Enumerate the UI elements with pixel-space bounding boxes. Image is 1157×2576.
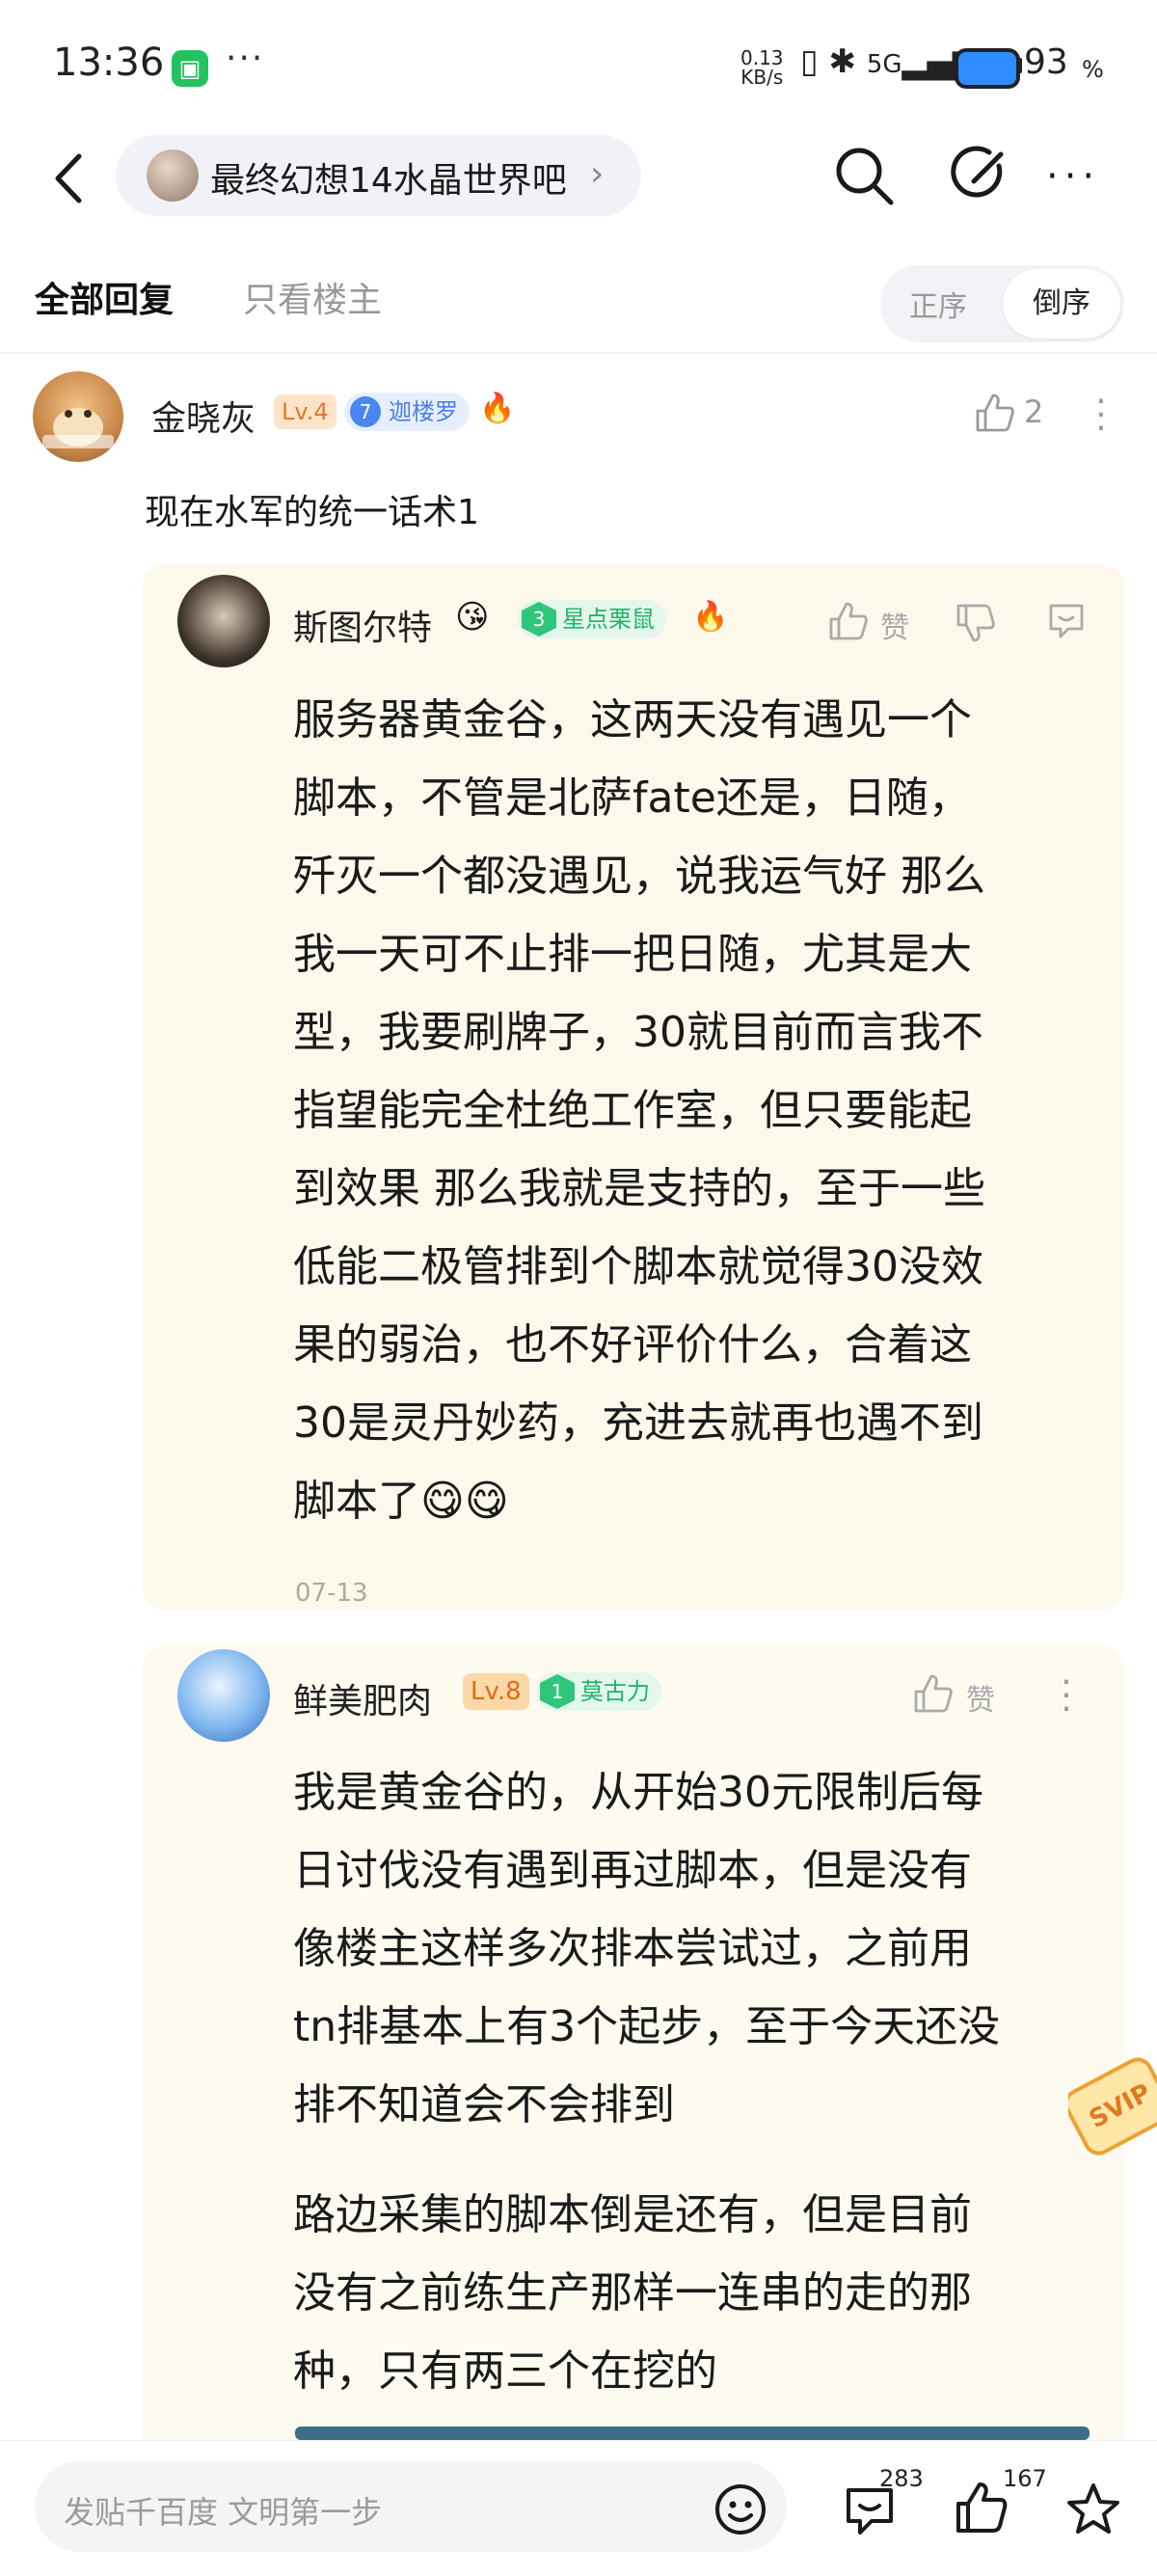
status-more-icon: ··· <box>226 39 265 78</box>
thumbs-up-icon[interactable] <box>974 392 1016 434</box>
like-label[interactable]: 赞 <box>966 1676 995 1719</box>
member-badge: 3 星点栗鼠 <box>518 600 666 638</box>
more-options-icon[interactable]: ··· <box>1046 154 1100 199</box>
sort-asc-button[interactable]: 正序 <box>909 283 967 325</box>
title-badge: 7 迦楼罗 <box>344 393 470 431</box>
comment-placeholder[interactable]: 发贴千百度 文明第一步 <box>64 2488 382 2533</box>
fire-icon: 🔥 <box>692 600 729 634</box>
comment-icon[interactable] <box>1045 600 1088 642</box>
member-badge: 1 莫古力 <box>536 1672 661 1711</box>
battery-percent-sign: % <box>1082 56 1104 83</box>
post-content: 现在水军的统一话术1 <box>145 493 479 532</box>
battery-icon <box>955 48 1020 89</box>
emoji-icon[interactable] <box>713 2482 767 2536</box>
reply-more-icon[interactable]: · · · <box>1061 1666 1072 1727</box>
forum-name[interactable]: 最终幻想14水晶世界吧 <box>210 152 567 203</box>
divider <box>0 352 1157 354</box>
reply-username[interactable]: 斯图尔特 <box>293 600 432 650</box>
reply-date: 07-13 <box>295 1579 368 1608</box>
avatar[interactable] <box>33 371 123 462</box>
forum-avatar <box>147 149 199 202</box>
tab-only-op[interactable]: 只看楼主 <box>243 272 382 322</box>
post-more-icon[interactable]: · · · <box>1095 385 1107 447</box>
reply-content-paragraph: 路边采集的脚本倒是还有，但是目前 没有之前练生产那样一连串的走的那 种，只有两三… <box>293 2190 972 2396</box>
thumbs-up-icon[interactable] <box>827 600 870 642</box>
level-badge: Lv.4 <box>274 394 336 429</box>
level-badge: Lv.8 <box>463 1673 529 1710</box>
tab-all-replies[interactable]: 全部回复 <box>35 272 174 322</box>
comment-count: 283 <box>879 2465 924 2492</box>
post-like-count: 2 <box>1024 393 1044 430</box>
thumbs-down-icon[interactable] <box>955 602 997 644</box>
reply-username[interactable]: 鲜美肥肉 <box>293 1673 432 1723</box>
kiss-emoji-icon: 😘 <box>455 598 490 637</box>
like-label[interactable]: 赞 <box>880 604 909 646</box>
avatar[interactable] <box>177 1649 270 1742</box>
signal-icons: ▯ ✱ 5G▂▄▆ <box>800 42 978 81</box>
chevron-right-icon: › <box>590 154 605 194</box>
image-preview[interactable] <box>295 2427 1090 2440</box>
like-count-icon[interactable] <box>953 2479 1010 2536</box>
status-bar: 13:36 ▣ ··· 0.13 KB/s ▯ ✱ 5G▂▄▆ 93 % <box>0 0 1157 135</box>
share-edit-icon[interactable] <box>951 143 1012 204</box>
network-speed: 0.13 KB/s <box>740 46 784 89</box>
star-favorite-icon[interactable] <box>1064 2481 1122 2538</box>
thumbs-up-icon[interactable] <box>912 1672 955 1715</box>
reply-content: 我是黄金谷的，从开始30元限制后每 日讨伐没有遇到再过脚本，但是没有 像楼主这样… <box>293 1768 1001 2129</box>
search-icon[interactable] <box>831 143 897 208</box>
sort-desc-button[interactable]: 倒序 <box>1003 269 1120 339</box>
fire-icon: 🔥 <box>479 392 516 425</box>
like-count: 167 <box>1003 2465 1047 2492</box>
post-username[interactable]: 金晓灰 <box>151 391 256 441</box>
avatar[interactable] <box>177 575 270 667</box>
battery-level: 93 <box>1024 42 1068 82</box>
status-time: 13:36 <box>53 41 165 85</box>
app-notification-icon: ▣ <box>172 50 208 87</box>
back-icon[interactable] <box>44 145 93 212</box>
reply-content: 服务器黄金谷，这两天没有遇见一个 脚本，不管是北萨fate还是，日随， 歼灭一个… <box>293 695 985 1526</box>
battery-tip <box>1016 58 1022 73</box>
svip-sticker-icon[interactable]: SVIP <box>1068 2043 1157 2178</box>
